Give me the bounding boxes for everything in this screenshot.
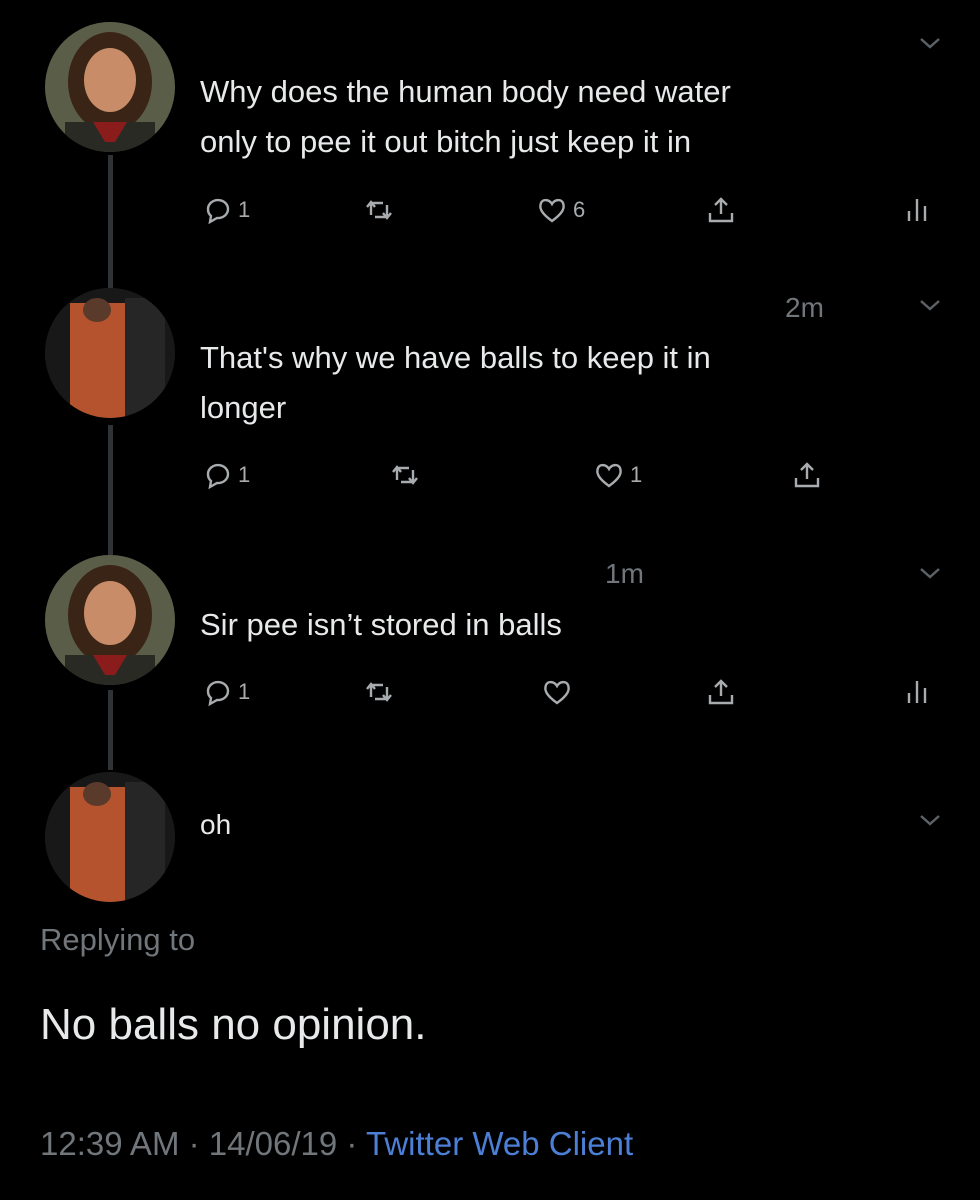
reply-icon (206, 198, 230, 225)
share-action[interactable] (704, 190, 738, 230)
like-icon (596, 463, 622, 488)
share-icon (708, 679, 734, 705)
retweet-action[interactable] (388, 455, 422, 495)
thread-line (108, 425, 113, 555)
avatar-woman-image (45, 22, 175, 152)
like-action[interactable]: 6 (535, 190, 585, 230)
avatar[interactable] (45, 555, 175, 685)
reply-count: 1 (238, 197, 251, 222)
separator: · (346, 1125, 358, 1162)
share-action[interactable] (704, 672, 738, 712)
separator: · (188, 1125, 200, 1162)
tweet-text: Sir pee isn’t stored in balls (200, 607, 562, 642)
retweet-action[interactable] (362, 672, 396, 712)
tweet-text: That's why we have balls to keep it in l… (200, 340, 711, 425)
tweet-text: Why does the human body need water only … (200, 74, 731, 159)
analytics-action[interactable] (900, 672, 934, 712)
retweet-icon (392, 465, 418, 485)
tweet-footer: 12:39 AM · 14/06/19 · Twitter Web Client (40, 1125, 633, 1163)
reply-count: 1 (238, 679, 251, 704)
reply-action[interactable]: 1 (200, 455, 250, 495)
share-icon (708, 197, 734, 223)
avatar-woman-image (45, 555, 175, 685)
like-count: 6 (573, 197, 586, 222)
client-link[interactable]: Twitter Web Client (366, 1125, 633, 1162)
chevron-down-icon[interactable] (915, 805, 945, 835)
reply-icon (206, 463, 230, 490)
replying-to-label: Replying to (40, 922, 196, 957)
chevron-down-icon[interactable] (915, 290, 945, 320)
reply-count: 1 (238, 462, 251, 487)
like-icon (539, 198, 565, 223)
tweet-timestamp[interactable]: 2m (785, 292, 824, 324)
display-name[interactable]: oh (200, 800, 231, 850)
like-icon (544, 680, 570, 705)
analytics-icon (907, 199, 927, 221)
reply-action[interactable]: 1 (200, 190, 250, 230)
retweet-icon (366, 200, 392, 220)
avatar-man-image (45, 288, 175, 418)
analytics-icon (907, 681, 927, 703)
share-action[interactable] (790, 455, 824, 495)
replying-to: Replying to (40, 922, 195, 958)
tweet-time[interactable]: 12:39 AM (40, 1125, 179, 1162)
avatar-man-image (45, 772, 175, 902)
thread-line (108, 155, 113, 290)
tweet-date[interactable]: 14/06/19 (209, 1125, 337, 1162)
avatar[interactable] (45, 288, 175, 418)
avatar[interactable] (45, 772, 175, 902)
reply-icon (206, 680, 230, 707)
like-action[interactable] (540, 672, 574, 712)
like-count: 1 (630, 462, 643, 487)
retweet-action[interactable] (362, 190, 396, 230)
tweet-timestamp[interactable]: 1m (605, 558, 644, 590)
reply-action[interactable]: 1 (200, 672, 250, 712)
main-tweet-text: No balls no opinion. (40, 1000, 427, 1049)
like-action[interactable]: 1 (592, 455, 642, 495)
thread-line (108, 690, 113, 770)
avatar[interactable] (45, 22, 175, 152)
retweet-icon (366, 682, 392, 702)
analytics-action[interactable] (900, 190, 934, 230)
share-icon (794, 462, 820, 488)
chevron-down-icon[interactable] (915, 28, 945, 58)
chevron-down-icon[interactable] (915, 558, 945, 588)
